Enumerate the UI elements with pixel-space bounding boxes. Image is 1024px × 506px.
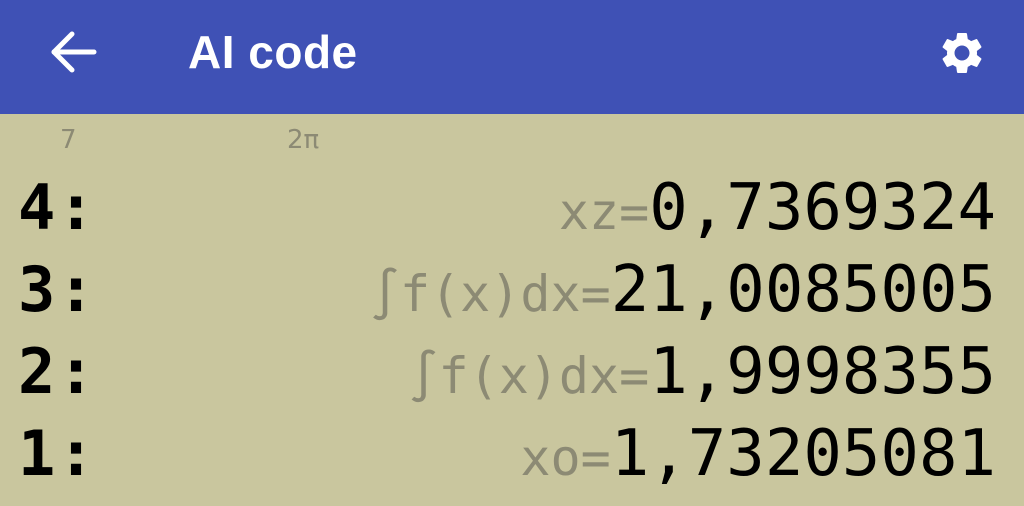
stack-index: 4:: [18, 171, 97, 244]
stack-entry: xo=1,73205081: [520, 418, 996, 506]
stack-label: xz=: [558, 183, 650, 241]
arrow-left-icon: [51, 31, 97, 73]
stack-label: ∫f(x)dx=: [369, 265, 611, 323]
gear-icon: [942, 32, 982, 73]
stack-value: 1,73205081: [610, 417, 996, 491]
stack-label: xo=: [520, 429, 611, 487]
stack-entry: ∫f(x)dx=21,0085005: [370, 254, 996, 342]
stack-entry: ∫f(x)dx=1,9998355: [408, 336, 996, 424]
stack-index: 1:: [18, 417, 97, 490]
stack-value: 1,9998355: [649, 335, 996, 409]
back-button[interactable]: [46, 28, 102, 76]
hint-left: 7: [60, 125, 77, 155]
stack-row-1[interactable]: 1: xo=1,73205081: [0, 414, 1024, 496]
app-title: AI code: [188, 26, 358, 78]
stack-label: ∫f(x)dx=: [408, 347, 650, 405]
stack-value: 0,7369324: [649, 171, 996, 245]
hint-right: 2π: [287, 125, 320, 155]
stack-index: 3:: [18, 253, 97, 326]
stack-index: 2:: [18, 335, 97, 408]
stack-row-4[interactable]: 4: xz=0,7369324: [0, 168, 1024, 250]
stack-value: 21,0085005: [610, 253, 996, 327]
stack-row-2[interactable]: 2: ∫f(x)dx=1,9998355: [0, 332, 1024, 414]
stack-entry: xz=0,7369324: [559, 172, 996, 260]
app-bar: AI code: [0, 0, 1024, 114]
stack-display: 4: xz=0,7369324 3: ∫f(x)dx=21,0085005 2:…: [0, 168, 1024, 496]
settings-button[interactable]: [934, 28, 990, 78]
stack-row-3[interactable]: 3: ∫f(x)dx=21,0085005: [0, 250, 1024, 332]
